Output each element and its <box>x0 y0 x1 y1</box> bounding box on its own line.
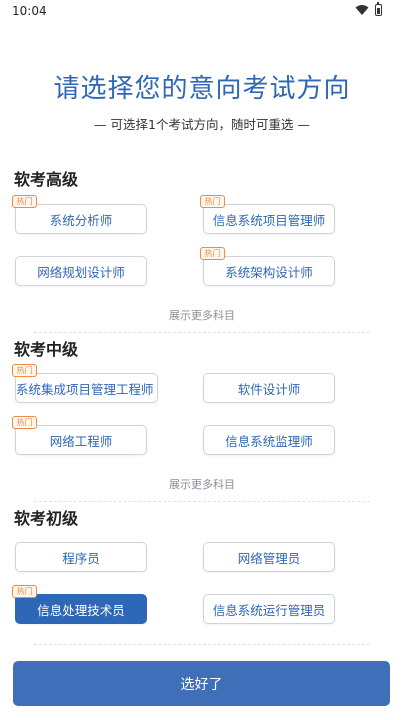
hot-badge: 热门 <box>12 364 37 377</box>
status-icons <box>355 2 382 16</box>
option-network-admin[interactable]: 网络管理员 <box>203 542 335 572</box>
option-label: 系统集成项目管理工程师 <box>16 381 154 397</box>
confirm-button[interactable]: 选好了 <box>13 661 390 706</box>
option-software-designer[interactable]: 软件设计师 <box>203 373 335 403</box>
hot-badge: 热门 <box>12 416 37 429</box>
option-label: 网络工程师 <box>49 433 113 449</box>
confirm-button-label: 选好了 <box>180 676 223 693</box>
option-label: 信息系统监理师 <box>225 433 313 449</box>
option-info-processing-technician[interactable]: 信息处理技术员 <box>15 594 147 624</box>
divider <box>34 644 370 645</box>
section-title-intermediate: 软考中级 <box>14 340 79 359</box>
option-info-system-ops-admin[interactable]: 信息系统运行管理员 <box>203 594 335 624</box>
show-more-intermediate[interactable]: 展示更多科目 <box>0 476 404 492</box>
option-system-analyst[interactable]: 系统分析师 <box>15 204 147 234</box>
option-label: 软件设计师 <box>237 381 301 397</box>
status-bar: 10:04 <box>0 0 404 24</box>
option-network-planning-designer[interactable]: 网络规划设计师 <box>15 256 147 286</box>
wifi-icon <box>355 5 369 15</box>
option-label: 信息处理技术员 <box>37 602 125 618</box>
option-label: 网络规划设计师 <box>37 264 125 280</box>
option-label: 系统分析师 <box>49 212 113 228</box>
hot-badge: 热门 <box>12 585 37 598</box>
option-label: 信息系统运行管理员 <box>212 602 326 618</box>
option-label: 系统架构设计师 <box>225 264 313 280</box>
option-programmer[interactable]: 程序员 <box>15 542 147 572</box>
hot-badge: 热门 <box>200 195 225 208</box>
show-more-advanced[interactable]: 展示更多科目 <box>0 307 404 323</box>
option-info-system-supervisor[interactable]: 信息系统监理师 <box>203 425 335 455</box>
status-time: 10:04 <box>12 4 47 18</box>
option-system-architect[interactable]: 系统架构设计师 <box>203 256 335 286</box>
option-label: 信息系统项目管理师 <box>212 212 326 228</box>
option-info-system-pm[interactable]: 信息系统项目管理师 <box>203 204 335 234</box>
section-title-junior: 软考初级 <box>14 509 79 528</box>
option-label: 程序员 <box>62 550 100 566</box>
divider <box>34 332 370 333</box>
page-title: 请选择您的意向考试方向 <box>53 74 351 104</box>
divider <box>34 501 370 502</box>
option-label: 网络管理员 <box>237 550 301 566</box>
hot-badge: 热门 <box>12 195 37 208</box>
option-network-engineer[interactable]: 网络工程师 <box>15 425 147 455</box>
page-subtitle: — 可选择1个考试方向，随时可重选 — <box>94 117 310 132</box>
hot-badge: 热门 <box>200 247 225 260</box>
option-system-integration-pm[interactable]: 系统集成项目管理工程师 <box>15 373 158 403</box>
battery-icon <box>375 2 382 16</box>
section-title-advanced: 软考高级 <box>14 170 79 189</box>
